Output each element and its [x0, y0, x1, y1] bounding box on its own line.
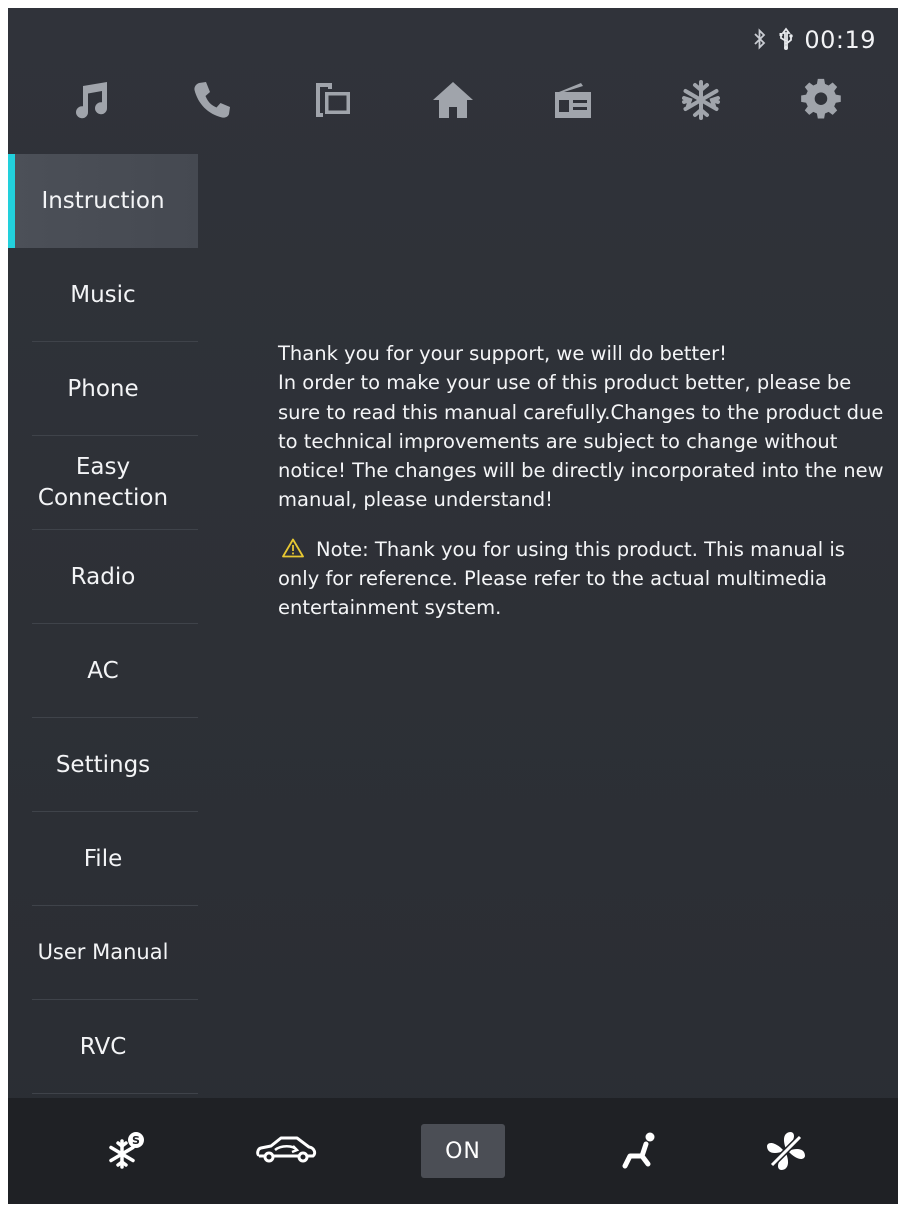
- settings-gear-icon[interactable]: [786, 70, 856, 130]
- ac-snowflake-s-icon[interactable]: S: [96, 1098, 156, 1204]
- intro-paragraph: Thank you for your support, we will do b…: [278, 342, 884, 512]
- note-text: Note: Thank you for using this product. …: [278, 537, 845, 620]
- sidebar-item-label: User Manual: [37, 940, 169, 965]
- sidebar-item-rvc[interactable]: RVC: [8, 1000, 198, 1094]
- sidebar-item-label: Settings: [55, 751, 151, 778]
- ac-on-label: ON: [421, 1124, 505, 1178]
- radio-icon[interactable]: [538, 70, 608, 130]
- phone-icon[interactable]: [177, 70, 247, 130]
- sidebar-item-label: Easy Connection: [37, 454, 169, 511]
- usb-icon: [778, 27, 794, 54]
- fan-icon[interactable]: [756, 1098, 816, 1204]
- sidebar-menu: Instruction Music Phone Easy Connection …: [8, 154, 198, 1094]
- sidebar-item-label: Instruction: [41, 187, 165, 214]
- clock-time: 00:19: [804, 26, 876, 54]
- top-navigation: [8, 70, 898, 130]
- sidebar-item-phone[interactable]: Phone: [8, 342, 198, 436]
- bluetooth-icon: [752, 27, 768, 53]
- sidebar-item-instruction[interactable]: Instruction: [8, 154, 198, 248]
- car-recirculation-icon[interactable]: [246, 1098, 326, 1204]
- music-icon[interactable]: [56, 70, 126, 130]
- sidebar-item-settings[interactable]: Settings: [8, 718, 198, 812]
- note-paragraph: Note: Thank you for using this product. …: [278, 535, 888, 623]
- sidebar-item-label: RVC: [79, 1033, 127, 1060]
- sidebar-item-label: Phone: [67, 375, 139, 402]
- bottom-control-bar: S ON: [8, 1098, 898, 1204]
- head-unit-screen: 00:19 Instruction Music Phone Easy Conne…: [8, 8, 898, 1204]
- ac-snowflake-icon[interactable]: [666, 70, 736, 130]
- seat-airflow-icon[interactable]: [612, 1098, 672, 1204]
- easy-connection-icon[interactable]: [297, 70, 367, 130]
- instruction-content: Thank you for your support, we will do b…: [278, 339, 888, 623]
- ac-on-button[interactable]: ON: [419, 1098, 507, 1204]
- sidebar-item-ac[interactable]: AC: [8, 624, 198, 718]
- status-bar: 00:19: [752, 26, 876, 54]
- home-icon[interactable]: [418, 70, 488, 130]
- sidebar-item-label: AC: [87, 657, 119, 684]
- sidebar-item-user-manual[interactable]: User Manual: [8, 906, 198, 1000]
- sidebar-item-label: Music: [70, 281, 136, 308]
- sidebar-item-file[interactable]: File: [8, 812, 198, 906]
- sidebar-item-label: File: [83, 845, 123, 872]
- svg-text:S: S: [132, 1134, 140, 1147]
- sidebar-item-easy-connection[interactable]: Easy Connection: [8, 436, 198, 530]
- sidebar-item-music[interactable]: Music: [8, 248, 198, 342]
- sidebar-item-label: Radio: [70, 563, 136, 590]
- sidebar-item-radio[interactable]: Radio: [8, 530, 198, 624]
- warning-icon: [282, 538, 304, 558]
